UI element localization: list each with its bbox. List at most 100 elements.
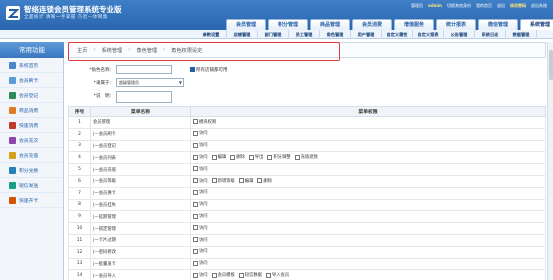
permission-option[interactable]: 删除 — [257, 178, 272, 184]
sub-params[interactable]: 参数设置 — [196, 30, 227, 39]
menu-name: 会员管理 — [90, 116, 191, 129]
sub-logs[interactable]: 系统日志 — [475, 30, 506, 39]
parent-role-select[interactable]: 超级管理员 — [116, 78, 184, 87]
sub-custom-attr[interactable]: 自定义属性 — [382, 30, 413, 39]
permission-option[interactable]: 访问 — [193, 213, 208, 219]
permission-option[interactable]: 访问 — [193, 201, 208, 207]
sidebar-item-sms[interactable]: 短信发送 — [0, 178, 63, 193]
permission-checkbox[interactable] — [193, 213, 198, 219]
permission-checkbox[interactable] — [193, 272, 198, 278]
role-name-input[interactable] — [116, 65, 172, 74]
tab-consume[interactable]: 会员消费 — [352, 19, 392, 30]
permission-checkbox[interactable] — [193, 201, 198, 207]
permission-checkbox[interactable] — [193, 119, 198, 125]
col-permissions: 菜单权限 — [190, 106, 546, 117]
permission-option[interactable]: 访问 — [193, 130, 208, 136]
tab-reports[interactable]: 统计报表 — [436, 19, 476, 30]
permission-checkbox[interactable] — [193, 225, 198, 231]
permission-checkbox[interactable] — [193, 178, 198, 184]
tab-wechat[interactable]: 微信管理 — [478, 19, 518, 30]
tab-value-added[interactable]: 增值服务 — [394, 19, 434, 30]
all-stores-option[interactable]: 所有店铺都可用 — [190, 67, 228, 73]
tab-goods[interactable]: 商品管理 — [310, 19, 350, 30]
permission-option[interactable]: 删除 — [230, 154, 245, 160]
sub-stores[interactable]: 店铺管理 — [227, 30, 258, 39]
sub-users[interactable]: 用户管理 — [351, 30, 382, 39]
logout-link[interactable]: 退出 — [497, 3, 505, 9]
permission-checkbox[interactable] — [193, 142, 198, 148]
permission-option[interactable]: 导出 — [248, 154, 263, 160]
permission-checkbox[interactable] — [238, 272, 244, 278]
sidebar-item-quick-consume[interactable]: 快速消费 — [0, 118, 63, 133]
permission-option[interactable]: 访问 — [193, 272, 208, 278]
permission-option[interactable]: 访问 — [193, 225, 208, 231]
sub-data[interactable]: 数据管理 — [506, 30, 537, 39]
permission-checkbox[interactable] — [193, 189, 198, 195]
row-number: 12 — [68, 245, 91, 259]
all-stores-checkbox[interactable] — [190, 67, 195, 72]
sub-notice[interactable]: 公告管理 — [444, 30, 475, 39]
scrollbar-thumb[interactable] — [549, 50, 553, 80]
permission-option[interactable]: 访问 — [193, 189, 208, 195]
sidebar-item-home[interactable]: 系统首页 — [0, 58, 63, 73]
permission-checkbox[interactable] — [267, 154, 273, 160]
permission-option[interactable]: 模块权限 — [193, 119, 216, 125]
permission-option[interactable]: 访问 — [193, 178, 208, 184]
row-number: 8 — [68, 198, 91, 212]
exit-system-link[interactable]: 退出系统 — [531, 3, 547, 9]
permission-checkbox[interactable] — [230, 154, 236, 160]
sub-custom-report[interactable]: 自定义报表 — [413, 30, 444, 39]
permission-option[interactable]: 访问 — [193, 166, 208, 172]
permission-checkbox[interactable] — [248, 154, 254, 160]
permission-checkbox[interactable] — [265, 272, 271, 278]
permission-option[interactable]: 访问 — [193, 154, 208, 160]
permission-option[interactable]: 访问 — [193, 248, 208, 254]
permission-checkbox[interactable] — [238, 178, 244, 184]
permission-checkbox[interactable] — [193, 260, 198, 266]
permission-checkbox[interactable] — [294, 154, 300, 160]
permission-checkbox[interactable] — [257, 178, 263, 184]
my-home-link[interactable]: 我的首页 — [476, 3, 492, 9]
switch-identity-link[interactable]: 切换其他身份 — [447, 3, 471, 9]
permission-option[interactable]: 会员模板 — [211, 272, 235, 278]
permission-checkbox[interactable] — [193, 154, 198, 160]
change-password-link[interactable]: 修改密码 — [510, 3, 526, 9]
permission-option[interactable]: 新增等级 — [211, 178, 235, 184]
permission-option[interactable]: 编辑 — [238, 178, 253, 184]
permission-option[interactable]: 积分调整 — [267, 154, 291, 160]
permission-checkbox[interactable] — [193, 166, 198, 172]
sidebar-item-swipe[interactable]: 会员刷卡 — [0, 73, 63, 88]
permission-option[interactable]: 短信数据 — [238, 272, 262, 278]
tab-member[interactable]: 会员管理 — [226, 19, 266, 30]
permission-checkbox[interactable] — [211, 178, 217, 184]
sub-staff[interactable]: 员工管理 — [289, 30, 320, 39]
sub-departments[interactable]: 部门管理 — [258, 30, 289, 39]
permission-option[interactable]: 充值退款 — [294, 154, 318, 160]
main-content: 主页 › 系统管理 › 角色管理 › 角色权限设定 *角色名称： 所有店铺都可用 *隶… — [68, 42, 546, 280]
sidebar-item-quick-card[interactable]: 快速开卡 — [0, 193, 63, 208]
sidebar-item-recharge-times[interactable]: 会员充次 — [0, 133, 63, 148]
menu-permissions: 访问 新增等级 编辑 删除 — [190, 174, 546, 188]
vertical-scrollbar[interactable] — [547, 42, 553, 280]
sidebar-item-goods-consume[interactable]: 商品消费 — [0, 103, 63, 118]
permission-checkbox[interactable] — [211, 272, 217, 278]
description-input[interactable] — [116, 91, 172, 103]
permission-option[interactable]: 访问 — [193, 260, 208, 266]
permission-checkbox[interactable] — [193, 237, 198, 243]
sidebar-item-points[interactable]: 积分兑换 — [0, 163, 63, 178]
permission-option[interactable]: 访问 — [193, 237, 208, 243]
user-role: 管理员 — [411, 3, 424, 8]
tab-points[interactable]: 积分管理 — [268, 19, 308, 30]
permission-option[interactable]: 导入会员 — [265, 272, 289, 278]
permission-checkbox[interactable] — [211, 154, 217, 160]
col-no: 序号 — [68, 106, 91, 117]
sub-roles[interactable]: 角色管理 — [320, 30, 351, 39]
permission-option[interactable]: 编辑 — [211, 154, 226, 160]
permission-option[interactable]: 访问 — [193, 142, 208, 148]
permission-checkbox[interactable] — [193, 130, 198, 136]
sidebar-item-register[interactable]: 会员登记 — [0, 88, 63, 103]
permission-checkbox[interactable] — [193, 248, 198, 254]
tab-system[interactable]: 系统管理 — [520, 19, 553, 30]
sidebar-item-recharge[interactable]: 会员充值 — [0, 148, 63, 163]
permission-label: 访问 — [199, 178, 208, 184]
